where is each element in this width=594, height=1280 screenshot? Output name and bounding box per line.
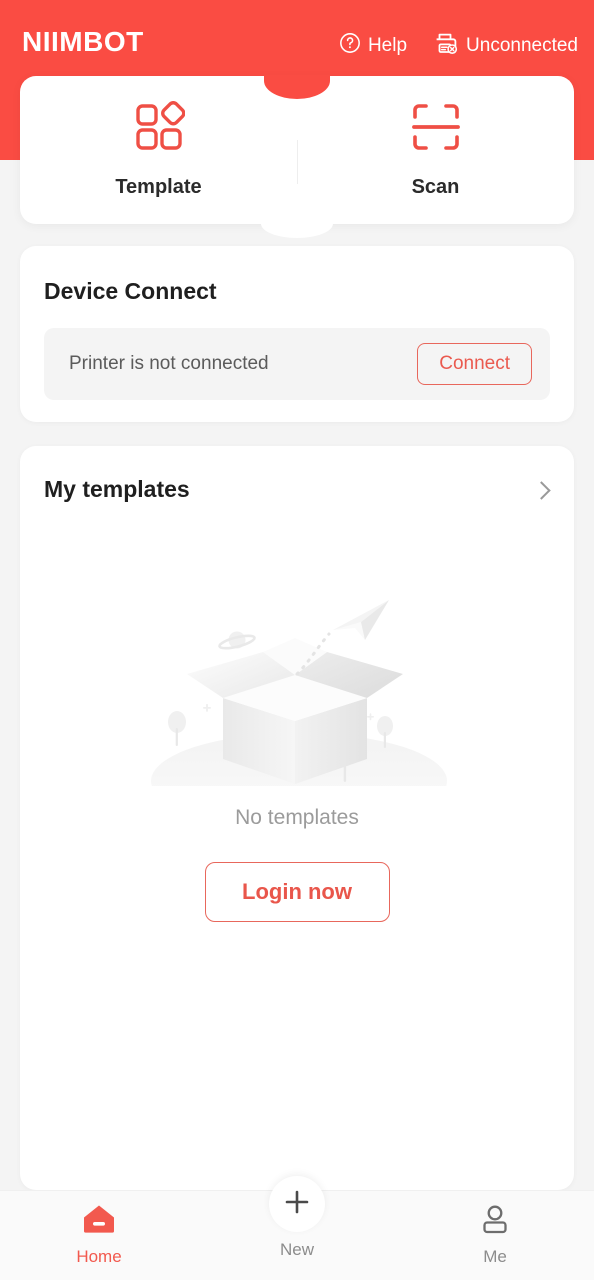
device-connect-title: Device Connect — [44, 278, 217, 304]
chevron-right-icon[interactable] — [532, 481, 551, 500]
tab-scan[interactable]: Scan — [297, 76, 574, 224]
tab-template[interactable]: Template — [20, 76, 297, 224]
connection-status-button[interactable]: Unconnected — [433, 31, 578, 60]
new-label-fab-button[interactable] — [269, 1176, 325, 1232]
device-connect-row: Printer is not connected Connect — [44, 328, 550, 400]
scan-frame-icon — [410, 101, 462, 158]
app-root: NIIMBOT Help Unconnected Template Scan D… — [0, 0, 594, 1280]
connection-status-label: Unconnected — [466, 34, 578, 56]
home-icon — [82, 1204, 116, 1239]
tab-template-label: Template — [115, 176, 202, 198]
help-label: Help — [367, 34, 408, 56]
card-bottom-notch — [261, 222, 333, 238]
login-now-button[interactable]: Login now — [204, 862, 390, 922]
nav-item-me-label: Me — [483, 1247, 507, 1266]
quick-action-card: Template Scan — [20, 75, 574, 238]
printer-disconnected-icon — [433, 31, 459, 60]
new-label-text: New — [279, 1240, 315, 1259]
template-grid-icon — [133, 101, 185, 158]
nav-item-home[interactable]: Home — [0, 1191, 198, 1280]
question-circle-icon — [339, 32, 361, 59]
nav-item-home-label: Home — [76, 1247, 122, 1266]
plus-icon — [282, 1187, 312, 1222]
app-brand-logo: NIIMBOT — [22, 26, 144, 57]
tab-scan-label: Scan — [411, 176, 460, 198]
nav-item-me[interactable]: Me — [396, 1191, 594, 1280]
printer-status-text: Printer is not connected — [69, 353, 269, 374]
header-actions: Help Unconnected — [339, 31, 578, 60]
my-templates-card: My templates No templates Login now — [20, 446, 574, 1190]
connect-button[interactable]: Connect — [417, 343, 532, 385]
my-templates-title: My templates — [44, 476, 190, 502]
empty-state: No templates Login now — [20, 576, 574, 922]
open-box-paper-plane-illustration — [127, 576, 467, 829]
empty-state-text: No templates — [235, 806, 359, 829]
device-connect-card: Device Connect Printer is not connected … — [20, 246, 574, 422]
person-icon — [479, 1204, 511, 1239]
help-button[interactable]: Help — [339, 32, 407, 59]
